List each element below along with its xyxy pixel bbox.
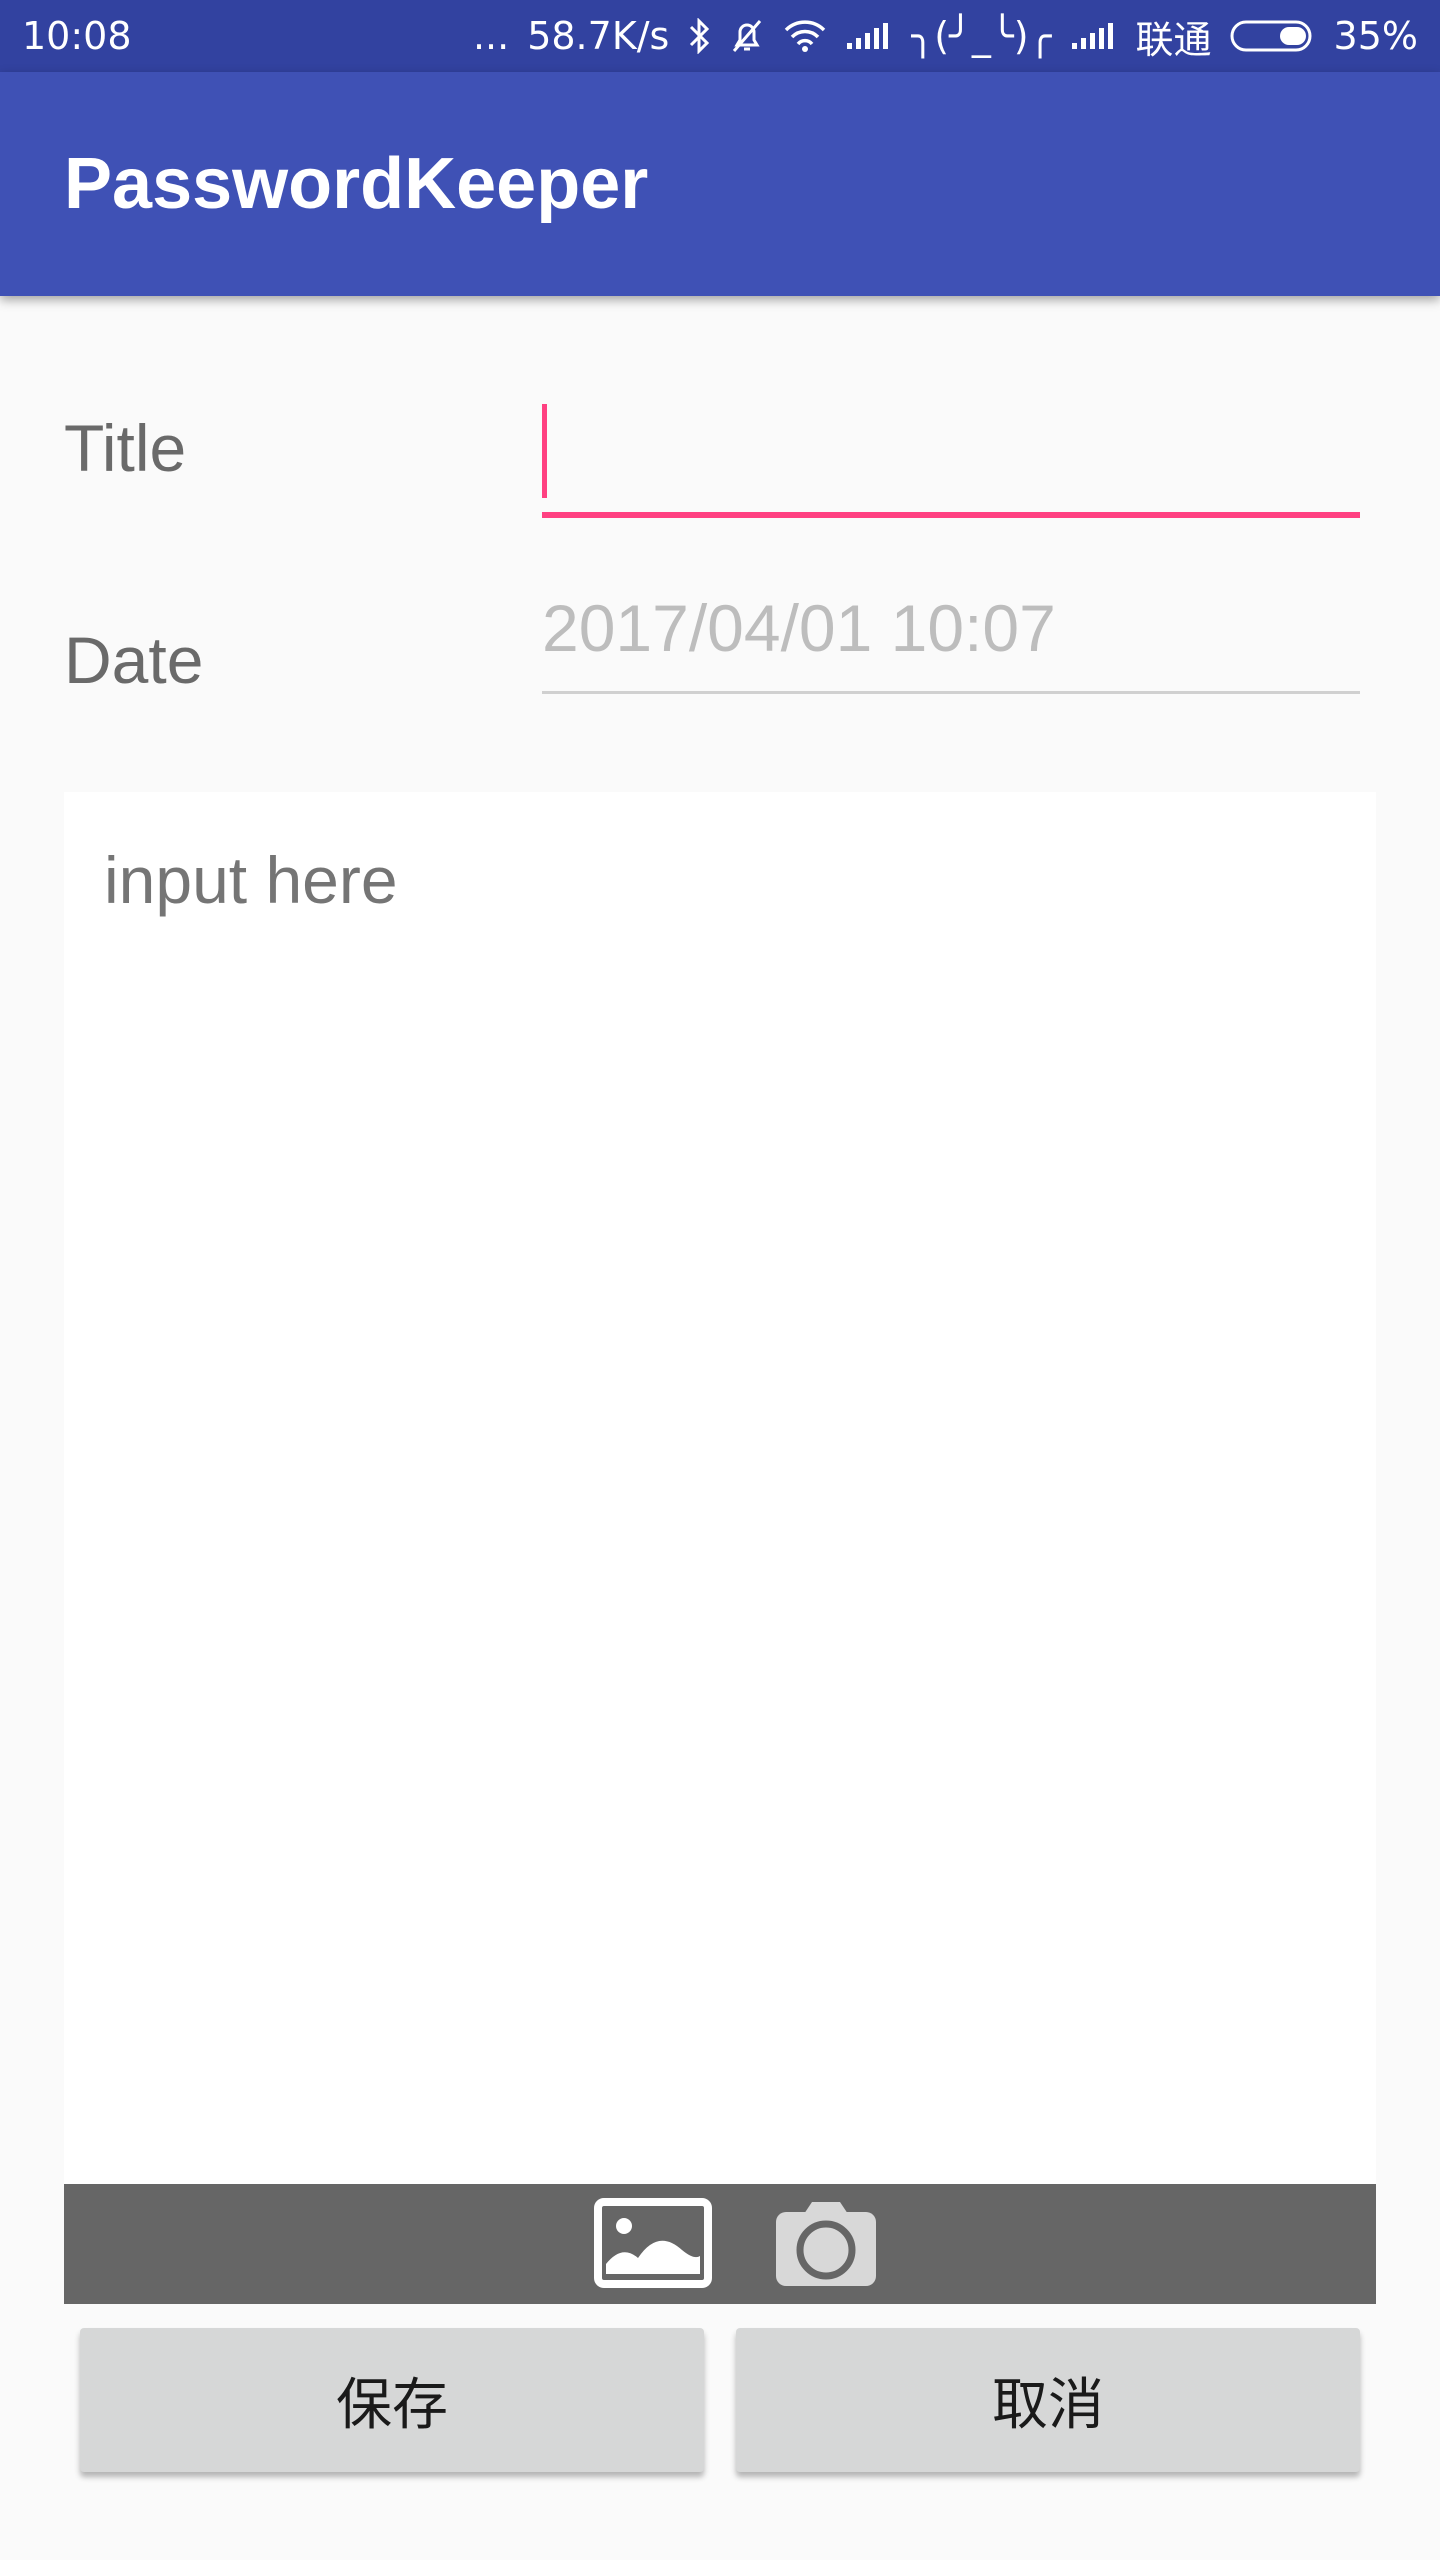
status-dots: ... xyxy=(472,14,510,58)
wifi-icon xyxy=(783,19,827,53)
title-input-underline xyxy=(542,512,1360,518)
media-toolbar xyxy=(64,2184,1376,2304)
signal-icon-2 xyxy=(1070,21,1118,51)
date-label: Date xyxy=(64,623,204,697)
bell-off-icon xyxy=(729,18,765,54)
status-carrier: 联通 xyxy=(1135,17,1212,62)
status-emoticon: ╮(╯_╰)╭ xyxy=(911,14,1052,58)
status-net-speed: 58.7K/s xyxy=(527,14,670,58)
bluetooth-icon xyxy=(687,18,711,54)
camera-icon[interactable] xyxy=(774,2198,878,2294)
save-button[interactable]: 保存 xyxy=(80,2328,704,2472)
content-placeholder: input here xyxy=(104,843,398,917)
cancel-button[interactable]: 取消 xyxy=(736,2328,1360,2472)
status-battery: 35% xyxy=(1333,14,1418,58)
app-bar: PasswordKeeper xyxy=(0,72,1440,296)
app-title: PasswordKeeper xyxy=(64,144,649,224)
content-input[interactable]: input here xyxy=(64,792,1376,2184)
battery-icon xyxy=(1230,20,1316,52)
title-input[interactable] xyxy=(542,398,1360,518)
title-label: Title xyxy=(64,411,187,485)
status-bar: 10:08 ... 58.7K/s ╮(╯_╰)╭ 联通 35% xyxy=(0,0,1440,72)
image-icon[interactable] xyxy=(594,2198,712,2292)
date-input-value: 2017/04/01 10:07 xyxy=(542,591,1056,665)
date-input[interactable]: 2017/04/01 10:07 xyxy=(542,590,1360,694)
date-input-underline xyxy=(542,691,1360,694)
status-time: 10:08 xyxy=(22,14,132,58)
text-caret xyxy=(542,404,547,498)
signal-icon xyxy=(845,21,893,51)
